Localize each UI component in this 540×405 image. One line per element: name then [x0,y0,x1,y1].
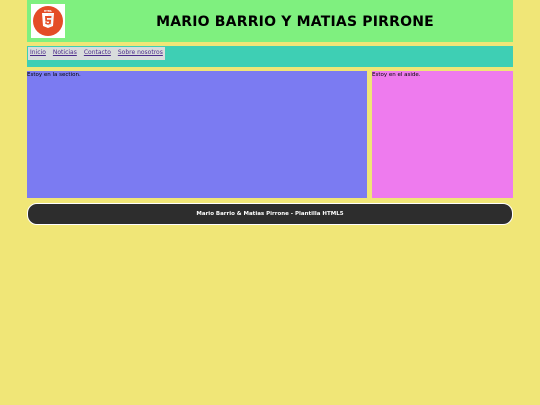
nav-link-sobre-nosotros[interactable]: Sobre nosotros [118,48,163,60]
nav-link-contacto[interactable]: Contacto [84,48,111,60]
nav-bar: Inicio Noticias Contacto Sobre nosotros [27,46,513,67]
nav-link-noticias[interactable]: Noticias [53,48,77,60]
main-section: Estoy en la section. [27,71,367,198]
page-header: HTML MARIO BARRIO Y MATIAS PIRRONE [27,0,513,42]
footer-text: Mario Barrio & Matias Pirrone - Plantill… [196,211,344,217]
aside-panel: Estoy en el aside. [372,71,513,198]
svg-text:HTML: HTML [44,9,53,13]
aside-text: Estoy en el aside. [372,72,421,78]
section-text: Estoy en la section. [27,72,81,78]
page-title: MARIO BARRIO Y MATIAS PIRRONE [156,14,434,30]
page-footer: Mario Barrio & Matias Pirrone - Plantill… [27,203,513,225]
nav-menu: Inicio Noticias Contacto Sobre nosotros [28,47,165,60]
nav-link-inicio[interactable]: Inicio [30,48,46,60]
